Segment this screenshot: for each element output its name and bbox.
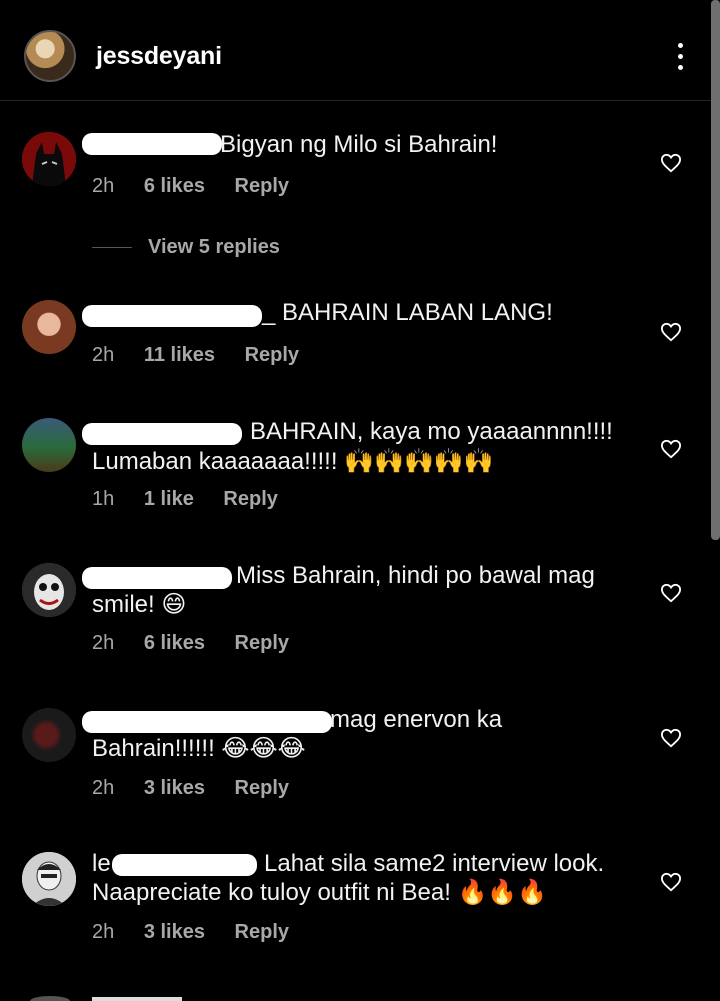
redacted-username <box>82 423 242 445</box>
comment-avatar[interactable] <box>22 563 76 617</box>
redacted-username <box>82 133 222 155</box>
like-heart-icon[interactable] <box>660 583 682 603</box>
comment-text: _ BAHRAIN LABAN LANG! <box>262 299 553 326</box>
reply-button[interactable]: Reply <box>235 921 289 943</box>
comment-text: Miss Bahrain, hindi po bawal mag <box>236 562 595 589</box>
comment-meta: 2h 3 likes Reply <box>92 777 313 800</box>
redacted-username <box>82 711 332 733</box>
reply-button[interactable]: Reply <box>235 632 289 654</box>
like-heart-icon[interactable] <box>660 872 682 892</box>
comment-text: BAHRAIN, kaya mo yaaaannnn!!!! <box>250 418 613 445</box>
comment-time: 2h <box>92 344 115 366</box>
more-options-icon[interactable] <box>670 40 690 74</box>
comment-text: mag enervon ka <box>330 706 503 733</box>
comment-likes[interactable]: 11 likes <box>144 344 215 366</box>
comment-avatar[interactable] <box>22 852 76 906</box>
profile-username[interactable]: jessdeyani <box>96 42 222 71</box>
comment-likes[interactable]: 1 like <box>144 488 194 510</box>
comment-meta: 2h 11 likes Reply <box>92 344 323 367</box>
redacted-username <box>82 567 232 589</box>
comment-text-continued: Lumaban kaaaaaaa!!!!! 🙌🙌🙌🙌🙌 <box>92 448 494 475</box>
next-comment-partial <box>0 994 720 1001</box>
profile-avatar[interactable] <box>24 30 76 82</box>
comment-likes[interactable]: 3 likes <box>144 921 205 943</box>
redacted-username <box>112 854 257 876</box>
comment-avatar[interactable] <box>22 708 76 762</box>
comment-meta: 2h 6 likes Reply <box>92 632 313 655</box>
post-header: jessdeyani <box>0 0 720 101</box>
comment-text: Bigyan ng Milo si Bahrain! <box>220 131 498 158</box>
comment-meta: 1h 1 like Reply <box>92 488 302 511</box>
comment-meta: 2h 6 likes Reply <box>92 175 313 198</box>
comment-time: 2h <box>92 175 115 197</box>
reply-button[interactable]: Reply <box>235 777 289 799</box>
reply-button[interactable]: Reply <box>235 175 289 197</box>
view-replies-button[interactable]: View 5 replies <box>92 236 280 259</box>
view-replies-label: View 5 replies <box>148 236 280 258</box>
comment-likes[interactable]: 3 likes <box>144 777 205 799</box>
comment-text: Lahat sila same2 interview look. <box>264 850 605 877</box>
comment-meta: 2h 3 likes Reply <box>92 921 313 944</box>
like-heart-icon[interactable] <box>660 322 682 342</box>
comment-avatar[interactable] <box>22 132 76 186</box>
comment-text-continued: smile! 😄 <box>92 591 187 618</box>
reply-button[interactable]: Reply <box>245 344 299 366</box>
comment-text-continued: Bahrain!!!!!! 😂😂😂 <box>92 735 306 762</box>
redacted-username <box>82 305 262 327</box>
comment-likes[interactable]: 6 likes <box>144 632 205 654</box>
comment-likes[interactable]: 6 likes <box>144 175 205 197</box>
comment-avatar[interactable] <box>22 300 76 354</box>
like-heart-icon[interactable] <box>660 439 682 459</box>
comment-avatar[interactable] <box>22 418 76 472</box>
comment-time: 2h <box>92 777 115 799</box>
like-heart-icon[interactable] <box>660 153 682 173</box>
like-heart-icon[interactable] <box>660 728 682 748</box>
comment-text-continued: Naapreciate ko tuloy outfit ni Bea! 🔥🔥🔥 <box>92 879 548 906</box>
comment-username-prefix: le <box>92 850 111 877</box>
comment-time: 2h <box>92 632 115 654</box>
scrollbar[interactable] <box>711 0 720 540</box>
comment-time: 2h <box>92 921 115 943</box>
reply-button[interactable]: Reply <box>223 488 277 510</box>
comment-time: 1h <box>92 488 115 510</box>
